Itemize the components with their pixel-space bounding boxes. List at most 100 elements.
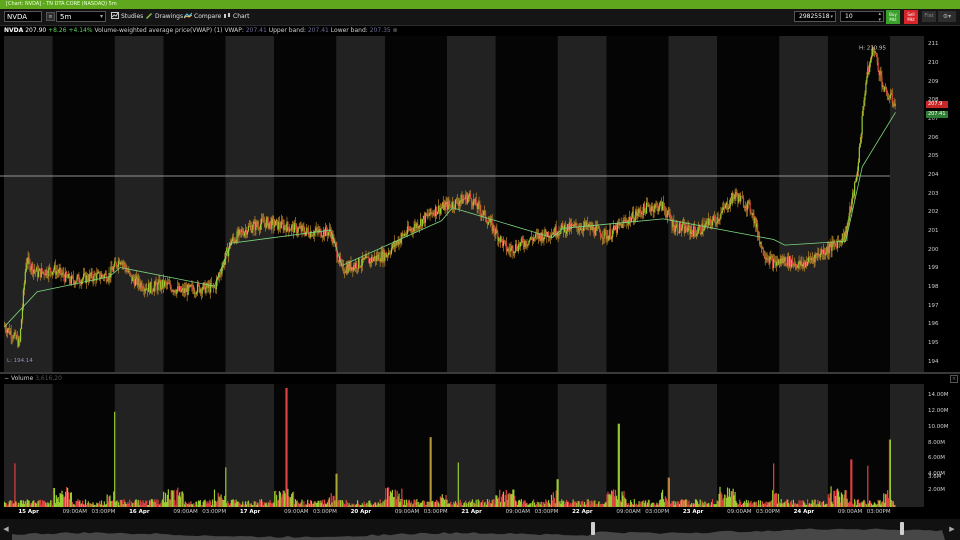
- candle-body: [502, 240, 505, 247]
- price-tick-label: 205: [928, 153, 939, 160]
- candle-body: [388, 252, 391, 254]
- candle-body: [855, 176, 858, 182]
- candle-body: [725, 204, 727, 209]
- candle-body: [246, 231, 249, 235]
- candle-body: [769, 256, 771, 264]
- candle-body: [142, 289, 144, 290]
- time-day-label: 24 Apr: [793, 509, 815, 515]
- time-tick-label: 09:00AM: [394, 509, 420, 515]
- candle-body: [881, 76, 883, 87]
- candle-body: [891, 93, 893, 103]
- candle-body: [164, 281, 167, 283]
- volume-collapse-icon[interactable]: −: [4, 375, 9, 382]
- candle-body: [824, 253, 827, 255]
- candle-body: [6, 329, 8, 333]
- time-tick-label: 09:00AM: [616, 509, 641, 515]
- scroll-handle-left[interactable]: [591, 522, 595, 535]
- candle-body: [854, 181, 857, 183]
- time-day-label: 15 Apr: [18, 509, 39, 515]
- candle-body: [242, 230, 244, 234]
- candle-body: [157, 282, 159, 291]
- price-axis[interactable]: 2112102092082072062052042032022012001991…: [924, 36, 960, 372]
- candle-body: [650, 208, 652, 212]
- candle-body: [857, 162, 859, 172]
- volume-axis: 14.00M 12.00M 10.00M 8.00M 6.00M 4.00M 2.00M 3.…: [924, 384, 960, 508]
- candle-body: [570, 224, 572, 230]
- settings-gear-icon[interactable]: ⚙▾: [938, 11, 956, 22]
- candle-body: [713, 216, 715, 219]
- price-chart[interactable]: H: 210.95 L: 194.14: [0, 0, 924, 508]
- candle-body: [869, 63, 871, 72]
- volume-bar: [457, 462, 459, 507]
- candle-body: [444, 204, 446, 211]
- session-regular: [495, 384, 558, 507]
- candle-body: [281, 220, 283, 223]
- candle-body: [858, 146, 860, 163]
- candle-body: [510, 247, 512, 252]
- candle-body: [847, 221, 849, 227]
- candle-body: [736, 192, 738, 197]
- candle-body: [685, 225, 687, 231]
- candle-body: [779, 261, 781, 264]
- candle-body: [456, 199, 458, 203]
- candle-body: [176, 289, 178, 294]
- candle-body: [814, 254, 816, 263]
- scroll-right-icon[interactable]: ▶: [948, 525, 956, 533]
- candle-body: [358, 258, 361, 267]
- candle-body: [134, 278, 137, 286]
- candle-body: [565, 231, 568, 234]
- time-tick-label: 09:00AM: [173, 509, 198, 515]
- candle-body: [287, 221, 289, 228]
- candle-body: [360, 265, 362, 267]
- session-shade: [668, 384, 718, 507]
- vwap-price-tag: 207.41: [926, 111, 948, 118]
- flat-button[interactable]: Flat: [922, 11, 936, 22]
- volume-tick-label: 10.00M: [928, 423, 949, 430]
- candle-body: [76, 276, 78, 282]
- candle-body: [732, 193, 734, 197]
- candle-body: [699, 226, 701, 234]
- session-regular: [274, 384, 337, 507]
- candle-body: [888, 98, 891, 99]
- price-tick-label: 197: [928, 302, 939, 309]
- candle-body: [61, 274, 63, 275]
- overview-minimap: [12, 528, 945, 540]
- candle-body: [862, 106, 864, 116]
- candle-body: [298, 227, 300, 229]
- candle-body: [696, 233, 699, 235]
- chart-scrollbar[interactable]: ◀ ▶: [0, 519, 960, 540]
- candle-body: [493, 225, 495, 232]
- candle-body: [551, 234, 554, 236]
- candle-body: [762, 247, 764, 256]
- candle-body: [516, 244, 518, 250]
- pane-separator[interactable]: [0, 372, 960, 374]
- time-axis[interactable]: 15 Apr 09:00AM 03:00PM 16 Apr 09:00AM 03:00PM…: [0, 508, 924, 518]
- candle-body: [861, 115, 863, 134]
- price-tick-label: 196: [928, 321, 939, 328]
- candle-body: [441, 207, 443, 208]
- time-day-label: 17 Apr: [239, 509, 261, 515]
- candle-body: [436, 211, 439, 215]
- session-shade: [557, 384, 607, 507]
- candle-body: [197, 283, 200, 286]
- scroll-handle-right[interactable]: [900, 522, 904, 535]
- candle-body: [278, 222, 281, 227]
- last-price-tag: 207.9: [926, 101, 948, 108]
- candle-body: [418, 226, 420, 229]
- candle-body: [251, 229, 253, 233]
- candle-body: [522, 240, 524, 246]
- candle-body: [221, 267, 223, 274]
- session-shade: [336, 384, 385, 507]
- session-regular: [495, 36, 558, 372]
- volume-bar: [225, 467, 227, 507]
- volume-pane-header: − Volume 3,616,20: [4, 374, 62, 383]
- candle-body: [419, 225, 421, 227]
- candle-body: [132, 276, 135, 280]
- candle-body: [70, 275, 72, 284]
- time-tick-label: 03:00PM: [312, 509, 337, 515]
- close-icon[interactable]: ×: [950, 375, 958, 383]
- candle-body: [843, 237, 845, 241]
- candle-body: [533, 238, 535, 241]
- candle-body: [66, 271, 68, 277]
- price-tick-label: 203: [928, 190, 939, 197]
